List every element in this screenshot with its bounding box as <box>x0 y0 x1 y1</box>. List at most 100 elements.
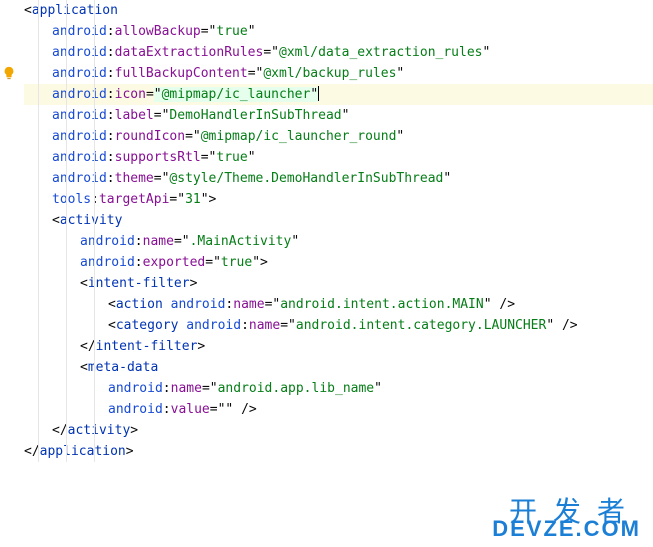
token-ns: android <box>52 171 107 186</box>
token-ns: android <box>171 297 226 312</box>
token-punct: =" <box>280 318 296 333</box>
token-str: android.app.lib_name <box>218 381 375 396</box>
code-line[interactable]: <activity <box>24 210 653 231</box>
token-punct: < <box>24 3 32 18</box>
token-punct: < <box>52 213 60 228</box>
code-line[interactable]: <intent-filter> <box>24 273 653 294</box>
token-ns: android <box>52 108 107 123</box>
token-punct: > <box>126 444 134 459</box>
token-punct: : <box>107 45 115 60</box>
token-attr: label <box>115 108 154 123</box>
token-ns: android <box>186 318 241 333</box>
token-punct <box>163 297 171 312</box>
token-ns: android <box>52 45 107 60</box>
code-line[interactable]: </application> <box>24 441 653 462</box>
token-punct: " <box>374 381 382 396</box>
token-attr: name <box>143 234 174 249</box>
token-ns: tools <box>52 192 91 207</box>
token-punct: " <box>342 108 350 123</box>
token-punct: "> <box>201 192 217 207</box>
token-punct: : <box>163 381 171 396</box>
token-punct: : <box>91 192 99 207</box>
token-ns: android <box>80 255 135 270</box>
code-line[interactable]: android:theme="@style/Theme.DemoHandlerI… <box>24 168 653 189</box>
token-tag: action <box>116 297 163 312</box>
code-line[interactable]: android:allowBackup="true" <box>24 21 653 42</box>
token-attr: theme <box>115 171 154 186</box>
token-punct: =" <box>248 66 264 81</box>
token-punct: =" <box>201 150 217 165</box>
token-punct: =" <box>265 297 281 312</box>
token-ns: android <box>80 234 135 249</box>
code-line[interactable]: <action android:name="android.intent.act… <box>24 294 653 315</box>
code-editor[interactable]: <applicationandroid:allowBackup="true"an… <box>0 0 653 462</box>
gutter <box>0 0 18 462</box>
token-punct: =" <box>202 381 218 396</box>
token-ns: android <box>52 87 107 102</box>
token-str: @xml/backup_rules <box>263 66 396 81</box>
code-block[interactable]: <applicationandroid:allowBackup="true"an… <box>24 0 653 462</box>
code-line[interactable]: android:exported="true"> <box>24 252 653 273</box>
token-str: @xml/data_extraction_rules <box>279 45 483 60</box>
code-line[interactable]: android:name="android.app.lib_name" <box>24 378 653 399</box>
token-tag: intent-filter <box>88 276 190 291</box>
token-tag: intent-filter <box>96 339 198 354</box>
token-attr: supportsRtl <box>115 150 201 165</box>
token-str: true <box>216 150 247 165</box>
token-punct: " <box>248 150 256 165</box>
token-str: android.intent.action.MAIN <box>280 297 484 312</box>
token-attr: fullBackupContent <box>115 66 248 81</box>
token-punct: < <box>108 297 116 312</box>
token-punct: : <box>135 234 143 249</box>
token-punct: "> <box>252 255 268 270</box>
token-punct: : <box>107 24 115 39</box>
code-line[interactable]: android:icon="@mipmap/ic_launcher" <box>24 84 653 105</box>
text-caret <box>318 86 319 101</box>
token-punct: " <box>291 234 299 249</box>
token-tag: application <box>40 444 126 459</box>
token-punct: : <box>107 87 115 102</box>
token-punct: =" <box>154 108 170 123</box>
token-punct: : <box>107 129 115 144</box>
token-punct: " <box>396 66 404 81</box>
token-tag: category <box>116 318 179 333</box>
token-punct: " <box>443 171 451 186</box>
code-line[interactable]: android:value="" /> <box>24 399 653 420</box>
code-line[interactable]: </intent-filter> <box>24 336 653 357</box>
token-punct: < <box>80 276 88 291</box>
token-punct: " /> <box>484 297 515 312</box>
token-punct: " /> <box>225 402 256 417</box>
token-tag: activity <box>60 213 123 228</box>
token-str: true <box>216 24 247 39</box>
token-attr: name <box>233 297 264 312</box>
code-line[interactable]: <category android:name="android.intent.c… <box>24 315 653 336</box>
code-line[interactable]: android:roundIcon="@mipmap/ic_launcher_r… <box>24 126 653 147</box>
code-line[interactable]: android:dataExtractionRules="@xml/data_e… <box>24 42 653 63</box>
code-line[interactable]: tools:targetApi="31"> <box>24 189 653 210</box>
token-punct: " <box>154 87 162 102</box>
token-punct: =" <box>201 24 217 39</box>
lightbulb-icon[interactable] <box>2 66 16 80</box>
code-line[interactable]: android:label="DemoHandlerInSubThread" <box>24 105 653 126</box>
token-ns: android <box>108 381 163 396</box>
code-line[interactable]: <meta-data <box>24 357 653 378</box>
token-attr: exported <box>143 255 206 270</box>
code-line[interactable]: android:name=".MainActivity" <box>24 231 653 252</box>
token-punct: =" <box>154 171 170 186</box>
code-line[interactable]: android:supportsRtl="true" <box>24 147 653 168</box>
token-attr: dataExtractionRules <box>115 45 264 60</box>
token-punct: " <box>248 24 256 39</box>
code-line[interactable]: <application <box>24 0 653 21</box>
token-attr: targetApi <box>99 192 169 207</box>
token-tag: meta-data <box>88 360 158 375</box>
token-punct: < <box>80 360 88 375</box>
token-ns: android <box>52 66 107 81</box>
code-line[interactable]: android:fullBackupContent="@xml/backup_r… <box>24 63 653 84</box>
token-punct: =" <box>185 129 201 144</box>
token-punct: : <box>107 108 115 123</box>
token-punct: =" <box>205 255 221 270</box>
watermark-line1: 开发者 <box>492 501 641 522</box>
token-str: @mipmap/ic_launcher <box>162 87 311 102</box>
token-attr: roundIcon <box>115 129 185 144</box>
code-line[interactable]: </activity> <box>24 420 653 441</box>
